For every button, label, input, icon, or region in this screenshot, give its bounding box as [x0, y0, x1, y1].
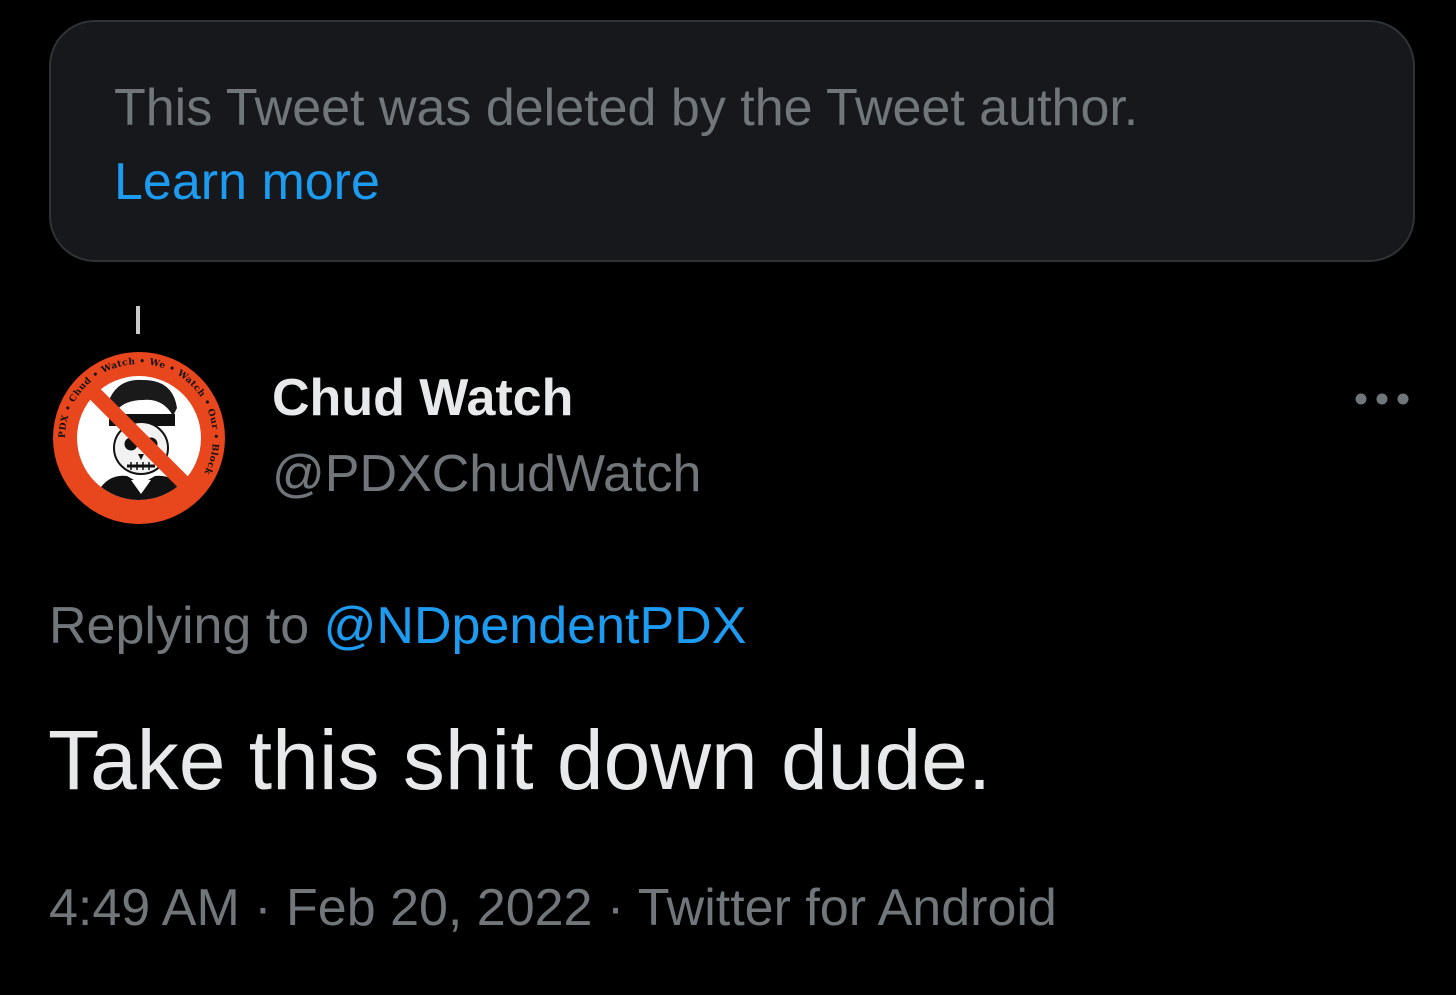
replying-to-label: Replying to	[49, 597, 324, 655]
tweet-time[interactable]: 4:49 AM	[49, 879, 240, 937]
pdx-chud-watch-logo-icon: PDX • Chud • Watch • We • Watch • Our • …	[53, 352, 225, 524]
replying-to-handle-link[interactable]: @NDpendentPDX	[324, 597, 747, 655]
deleted-tweet-message: This Tweet was deleted by the Tweet auth…	[114, 79, 1139, 137]
meta-separator: ·	[592, 879, 638, 937]
tweet-source: Twitter for Android	[637, 879, 1057, 937]
thread-connector-line	[136, 306, 140, 334]
author-handle[interactable]: @PDXChudWatch	[272, 444, 701, 504]
tweet-date[interactable]: Feb 20, 2022	[286, 879, 592, 937]
tweet-metadata: 4:49 AM · Feb 20, 2022 · Twitter for And…	[49, 877, 1057, 939]
meta-separator: ·	[239, 879, 287, 937]
learn-more-link[interactable]: Learn more	[114, 152, 380, 212]
more-horizontal-icon	[1355, 393, 1409, 405]
replying-to-line: Replying to @NDpendentPDX	[49, 596, 746, 656]
avatar[interactable]: PDX • Chud • Watch • We • Watch • Our • …	[51, 350, 227, 526]
deleted-tweet-notice: This Tweet was deleted by the Tweet auth…	[49, 20, 1415, 262]
author-display-name[interactable]: Chud Watch	[272, 368, 573, 428]
tweet-text: Take this shit down dude.	[48, 713, 992, 807]
more-options-button[interactable]	[1350, 382, 1414, 416]
